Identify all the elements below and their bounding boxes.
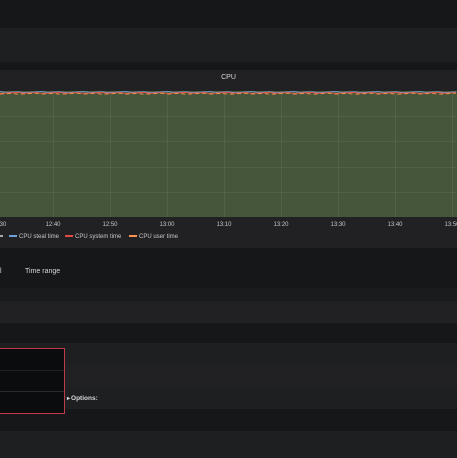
editor-row: [0, 365, 457, 387]
x-tick-label: 13:00: [159, 222, 175, 228]
x-tick-label: 12:50: [102, 222, 118, 228]
panel-title[interactable]: CPU: [0, 74, 457, 81]
legend-label: CPU system time: [75, 234, 122, 240]
spacer: [0, 62, 457, 70]
top-bar: [0, 0, 457, 28]
cpu-graph-plot-area[interactable]: [0, 91, 457, 217]
editor-row: [0, 343, 457, 365]
editor-row: [0, 288, 457, 301]
divider: [0, 370, 64, 371]
legend-swatch-icon: [9, 235, 17, 238]
caret-right-icon: ▸: [67, 396, 71, 402]
editor-row: [0, 301, 457, 323]
legend-item-cpu-user-time[interactable]: CPU user time: [129, 234, 178, 240]
x-tick-label: 13:30: [330, 222, 346, 228]
legend-item-truncated[interactable]: [0, 234, 3, 240]
options-toggle[interactable]: ▸Options:: [67, 395, 98, 402]
tab-time-range[interactable]: Time range: [25, 268, 60, 275]
legend-swatch-icon: [65, 235, 73, 238]
toolbar-row: [0, 28, 457, 62]
legend-label: CPU steal time: [19, 234, 60, 240]
query-input-box[interactable]: [0, 348, 65, 414]
tab-partial[interactable]: l: [0, 268, 2, 275]
x-tick-label: 13:10: [216, 222, 232, 228]
options-label: Options:: [71, 395, 98, 402]
x-tick-label: 13:20: [273, 222, 289, 228]
x-tick-label: 13:40: [387, 222, 403, 228]
x-tick-label: 13:50: [444, 222, 457, 228]
editor-row: [0, 431, 457, 458]
legend-label: CPU user time: [139, 234, 179, 240]
legend-swatch-icon: [0, 235, 3, 238]
legend-item-cpu-steal-time[interactable]: CPU steal time: [9, 234, 59, 240]
divider: [0, 391, 64, 392]
editor-tabs-bar: [0, 258, 457, 288]
editor-row: [0, 409, 457, 431]
x-tick-label: 12:40: [45, 222, 61, 228]
legend-item-cpu-system-time[interactable]: CPU system time: [65, 234, 121, 240]
editor-row: [0, 323, 457, 343]
cpu-graph-svg: [0, 91, 457, 217]
x-tick-label: 30: [0, 222, 7, 228]
legend-swatch-icon: [129, 235, 137, 238]
